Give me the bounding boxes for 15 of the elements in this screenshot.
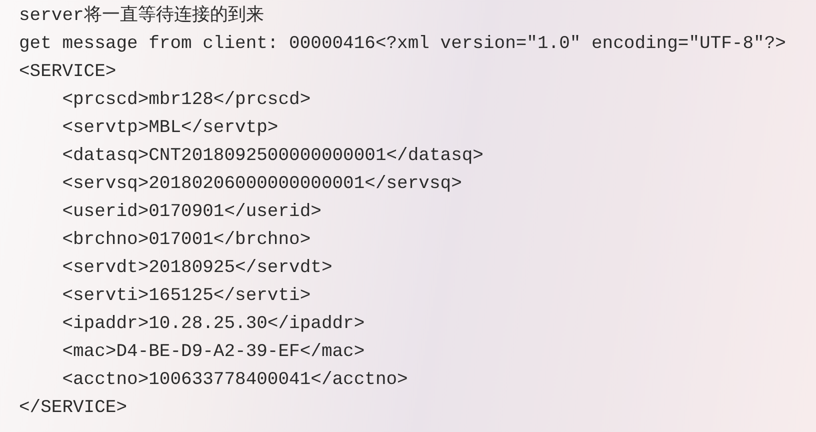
console-line: </SERVICE>: [19, 397, 128, 420]
console-line: <prcscd>mbr128</prcscd>: [62, 89, 311, 112]
console-line: <brchno>017001</brchno>: [62, 229, 311, 252]
console-line: <userid>0170901</userid>: [62, 201, 322, 224]
console-line: get message from client: 00000416<?xml version="1.0" encoding="UTF-8"?>: [19, 33, 786, 56]
console-line: <acctno>100633778400041</acctno>: [62, 369, 408, 392]
console-line: <servdt>20180925</servdt>: [62, 257, 332, 280]
console-line: <servsq>20180206000000000001</servsq>: [62, 173, 462, 196]
console-line: <datasq>CNT2018092500000000001</datasq>: [62, 145, 484, 168]
console-line: <SERVICE>: [19, 61, 116, 84]
console-line: server将一直等待连接的到来: [19, 4, 264, 28]
console-line: <servtp>MBL</servtp>: [62, 117, 278, 140]
console-line: <servti>165125</servti>: [62, 285, 311, 308]
console-line: <ipaddr>10.28.25.30</ipaddr>: [62, 313, 365, 336]
console-line: <mac>D4-BE-D9-A2-39-EF</mac>: [62, 341, 365, 364]
